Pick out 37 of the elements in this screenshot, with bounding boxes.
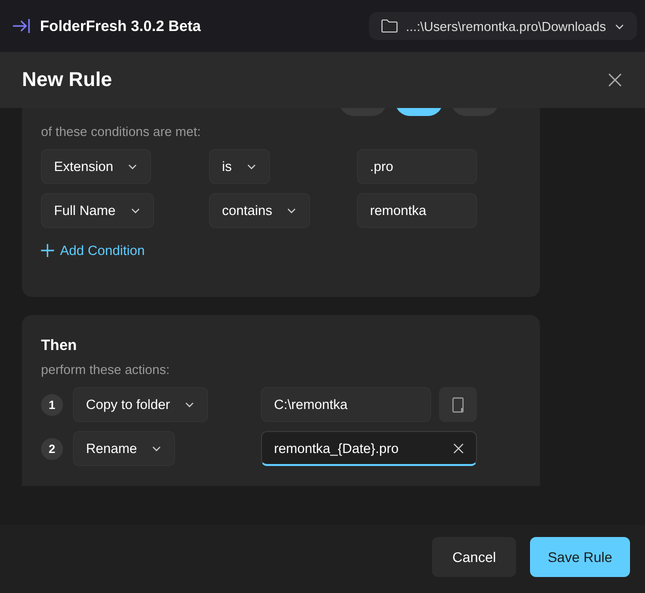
- value-input[interactable]: remontka: [357, 193, 477, 228]
- chevron-icon: [127, 162, 138, 171]
- value-input[interactable]: .pro: [357, 149, 477, 184]
- folder-icon: [380, 18, 398, 34]
- clear-icon: [453, 442, 464, 454]
- folder-path: ...:\Users\remontka.pro\Downloads: [406, 18, 606, 34]
- clear-button[interactable]: [453, 442, 464, 454]
- chevron-icon: [246, 162, 257, 171]
- chevron-icon: [614, 22, 625, 30]
- add-condition-button[interactable]: Add Condition: [41, 243, 145, 258]
- operator-dropdown[interactable]: contains: [209, 193, 310, 228]
- section-heading: Then: [41, 337, 78, 354]
- step-number: 2: [41, 438, 63, 460]
- dialog-title: New Rule: [22, 68, 112, 92]
- actions-caption: perform these actions:: [41, 362, 171, 377]
- operator-dropdown[interactable]: is: [209, 149, 270, 184]
- save-button[interactable]: Save Rule: [530, 537, 630, 577]
- action-dropdown[interactable]: Rename: [73, 431, 176, 466]
- expand-sidebar-icon[interactable]: [12, 16, 32, 36]
- action-dropdown[interactable]: Copy to folder: [73, 387, 208, 422]
- browse-button[interactable]: [439, 387, 477, 422]
- value-input[interactable]: C:\remontka: [261, 387, 431, 422]
- step-number: 1: [41, 394, 63, 416]
- plus-icon: [41, 244, 54, 257]
- conditions-caption: of these conditions are met:: [41, 124, 202, 139]
- chevron-icon: [184, 400, 196, 409]
- close-icon: [607, 72, 623, 88]
- chevron-icon: [286, 206, 298, 215]
- folder-picker[interactable]: ...:\Users\remontka.pro\Downloads: [368, 12, 637, 40]
- cancel-button[interactable]: Cancel: [432, 537, 516, 577]
- chevron-icon: [130, 206, 141, 215]
- field-dropdown[interactable]: Extension: [41, 149, 152, 184]
- value-input[interactable]: remontka_{Date}.pro: [261, 431, 477, 466]
- field-dropdown[interactable]: Full Name: [41, 193, 154, 228]
- chevron-icon: [151, 444, 162, 453]
- door-icon: [452, 396, 464, 412]
- app-title: FolderFresh 3.0.2 Beta: [40, 18, 202, 34]
